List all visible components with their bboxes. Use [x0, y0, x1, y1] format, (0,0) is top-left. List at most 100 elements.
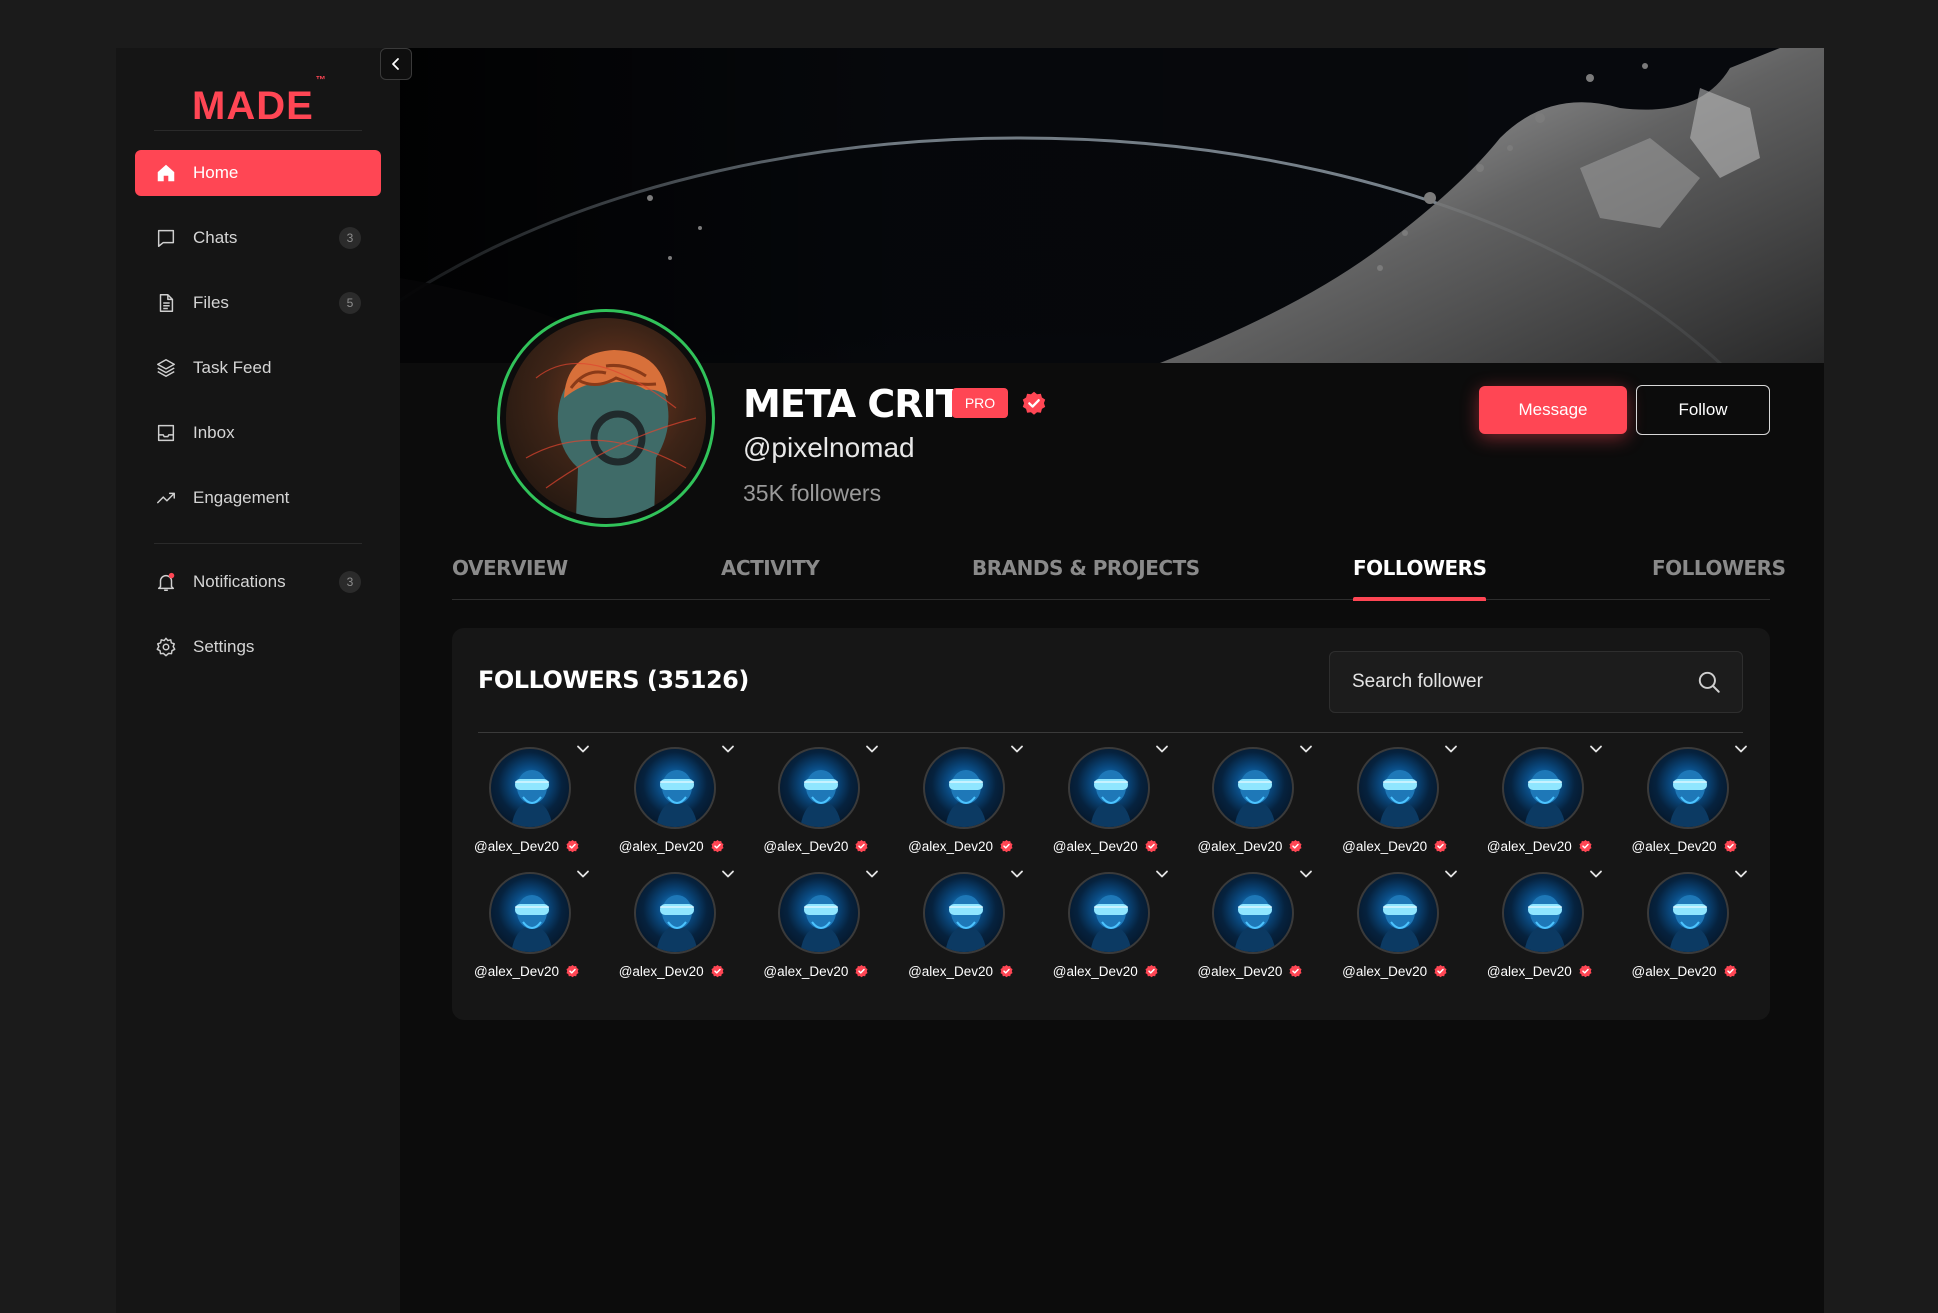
- follower-avatar[interactable]: [1212, 747, 1295, 829]
- follower-avatar[interactable]: [1501, 747, 1584, 829]
- sidebar-item-label: Home: [193, 163, 239, 182]
- chevron-down-icon[interactable]: [1732, 740, 1750, 758]
- chevron-down-icon[interactable]: [574, 865, 592, 883]
- chevron-down-icon[interactable]: [719, 865, 737, 883]
- vr-user-illustration: [800, 770, 842, 827]
- follower-avatar[interactable]: [633, 747, 716, 829]
- sidebar-item-files[interactable]: Files 5: [135, 280, 381, 326]
- follower-card[interactable]: @alex_Dev20: [1487, 865, 1631, 990]
- profile-followers-count: 35K followers: [743, 480, 882, 506]
- follower-avatar[interactable]: [1357, 747, 1440, 829]
- follower-card[interactable]: @alex_Dev20: [1053, 865, 1197, 990]
- follower-card[interactable]: @alex_Dev20: [1342, 865, 1486, 990]
- chevron-down-icon[interactable]: [1732, 865, 1750, 883]
- verified-icon: [1000, 839, 1013, 853]
- follower-avatar[interactable]: [489, 747, 571, 829]
- follower-handle: @alex_Dev20: [474, 839, 580, 854]
- follower-card[interactable]: @alex_Dev20: [1053, 740, 1197, 865]
- follower-card[interactable]: @alex_Dev20: [1632, 740, 1776, 865]
- follower-card[interactable]: @alex_Dev20: [474, 740, 618, 865]
- search-follower-input[interactable]: [1352, 652, 1682, 712]
- follower-handle: @alex_Dev20: [908, 964, 1014, 979]
- chevron-down-icon[interactable]: [574, 740, 592, 758]
- follower-handle: @alex_Dev20: [763, 964, 869, 979]
- sidebar-item-task-feed[interactable]: Task Feed: [135, 345, 381, 391]
- verified-icon: [1000, 964, 1013, 978]
- chevron-down-icon[interactable]: [1587, 740, 1605, 758]
- sidebar-divider: [154, 543, 362, 544]
- follower-avatar[interactable]: [1646, 747, 1729, 829]
- follower-handle: @alex_Dev20: [1632, 839, 1738, 854]
- chevron-down-icon[interactable]: [1153, 865, 1171, 883]
- follow-button[interactable]: Follow: [1636, 385, 1770, 435]
- message-button[interactable]: Message: [1479, 386, 1627, 434]
- follower-card[interactable]: @alex_Dev20: [619, 740, 763, 865]
- follower-card[interactable]: @alex_Dev20: [619, 865, 763, 990]
- profile-avatar[interactable]: [497, 309, 715, 527]
- follower-avatar[interactable]: [923, 747, 1006, 829]
- chevron-down-icon[interactable]: [1442, 865, 1460, 883]
- chevron-down-icon[interactable]: [1297, 740, 1315, 758]
- sidebar-item-settings[interactable]: Settings: [135, 624, 381, 670]
- vr-user-illustration: [656, 770, 698, 827]
- profile-tabs: OVERVIEW ACTIVITY BRANDS & PROJECTS FOLL…: [452, 556, 1786, 601]
- gear-icon: [155, 636, 177, 658]
- follower-handle-text: @alex_Dev20: [1342, 964, 1428, 979]
- follower-card[interactable]: @alex_Dev20: [1197, 740, 1341, 865]
- sidebar-item-notifications[interactable]: Notifications 3: [135, 559, 381, 605]
- follower-handle-text: @alex_Dev20: [1052, 839, 1138, 854]
- follower-avatar[interactable]: [1067, 747, 1150, 829]
- chevron-down-icon[interactable]: [1587, 865, 1605, 883]
- tab-followers-secondary[interactable]: FOLLOWERS: [1652, 556, 1786, 600]
- chevron-down-icon[interactable]: [863, 740, 881, 758]
- follower-card[interactable]: @alex_Dev20: [1487, 740, 1631, 865]
- follower-handle: @alex_Dev20: [1342, 964, 1448, 979]
- follower-card[interactable]: @alex_Dev20: [763, 740, 907, 865]
- follower-avatar[interactable]: [1501, 872, 1584, 954]
- follower-avatar[interactable]: [1067, 872, 1150, 954]
- sidebar-item-engagement[interactable]: Engagement: [135, 475, 381, 521]
- tab-overview[interactable]: OVERVIEW: [452, 556, 568, 600]
- follower-card[interactable]: @alex_Dev20: [763, 865, 907, 990]
- tab-activity[interactable]: ACTIVITY: [721, 556, 820, 600]
- follower-avatar[interactable]: [778, 872, 861, 954]
- chevron-down-icon[interactable]: [863, 865, 881, 883]
- sidebar-collapse-button[interactable]: [380, 48, 412, 80]
- sidebar-item-chats[interactable]: Chats 3: [135, 215, 381, 261]
- chevron-down-icon[interactable]: [1297, 865, 1315, 883]
- follower-avatar[interactable]: [923, 872, 1006, 954]
- verified-icon: [566, 839, 579, 853]
- follower-card[interactable]: @alex_Dev20: [1632, 865, 1776, 990]
- follower-handle-text: @alex_Dev20: [1197, 839, 1283, 854]
- follower-avatar[interactable]: [1646, 872, 1729, 954]
- follower-card[interactable]: @alex_Dev20: [1197, 865, 1341, 990]
- chevron-down-icon[interactable]: [719, 740, 737, 758]
- sidebar-item-home[interactable]: Home: [135, 150, 381, 196]
- sidebar-item-inbox[interactable]: Inbox: [135, 410, 381, 456]
- follower-avatar[interactable]: [1212, 872, 1295, 954]
- follower-handle-text: @alex_Dev20: [618, 964, 704, 979]
- brand-name: MADE: [192, 84, 314, 128]
- vr-user-illustration: [1524, 770, 1566, 827]
- chevron-down-icon[interactable]: [1008, 740, 1026, 758]
- follower-avatar[interactable]: [489, 872, 571, 954]
- follower-handle: @alex_Dev20: [763, 839, 869, 854]
- brand-logo[interactable]: MADE™: [192, 75, 326, 129]
- follower-card[interactable]: @alex_Dev20: [908, 865, 1052, 990]
- follower-handle: @alex_Dev20: [1053, 964, 1159, 979]
- follower-card[interactable]: @alex_Dev20: [908, 740, 1052, 865]
- chevron-down-icon[interactable]: [1153, 740, 1171, 758]
- tab-brands-projects[interactable]: BRANDS & PROJECTS: [972, 556, 1200, 600]
- follower-avatar[interactable]: [633, 872, 716, 954]
- follower-card[interactable]: @alex_Dev20: [474, 865, 618, 990]
- follower-card[interactable]: @alex_Dev20: [1342, 740, 1486, 865]
- tab-followers[interactable]: FOLLOWERS: [1353, 556, 1487, 601]
- chevron-down-icon[interactable]: [1442, 740, 1460, 758]
- follower-avatar[interactable]: [778, 747, 861, 829]
- search-icon[interactable]: [1696, 669, 1722, 695]
- follower-handle-text: @alex_Dev20: [763, 839, 849, 854]
- chevron-down-icon[interactable]: [1008, 865, 1026, 883]
- vr-user-illustration: [945, 770, 987, 827]
- follower-avatar[interactable]: [1357, 872, 1440, 954]
- chat-icon: [155, 227, 177, 249]
